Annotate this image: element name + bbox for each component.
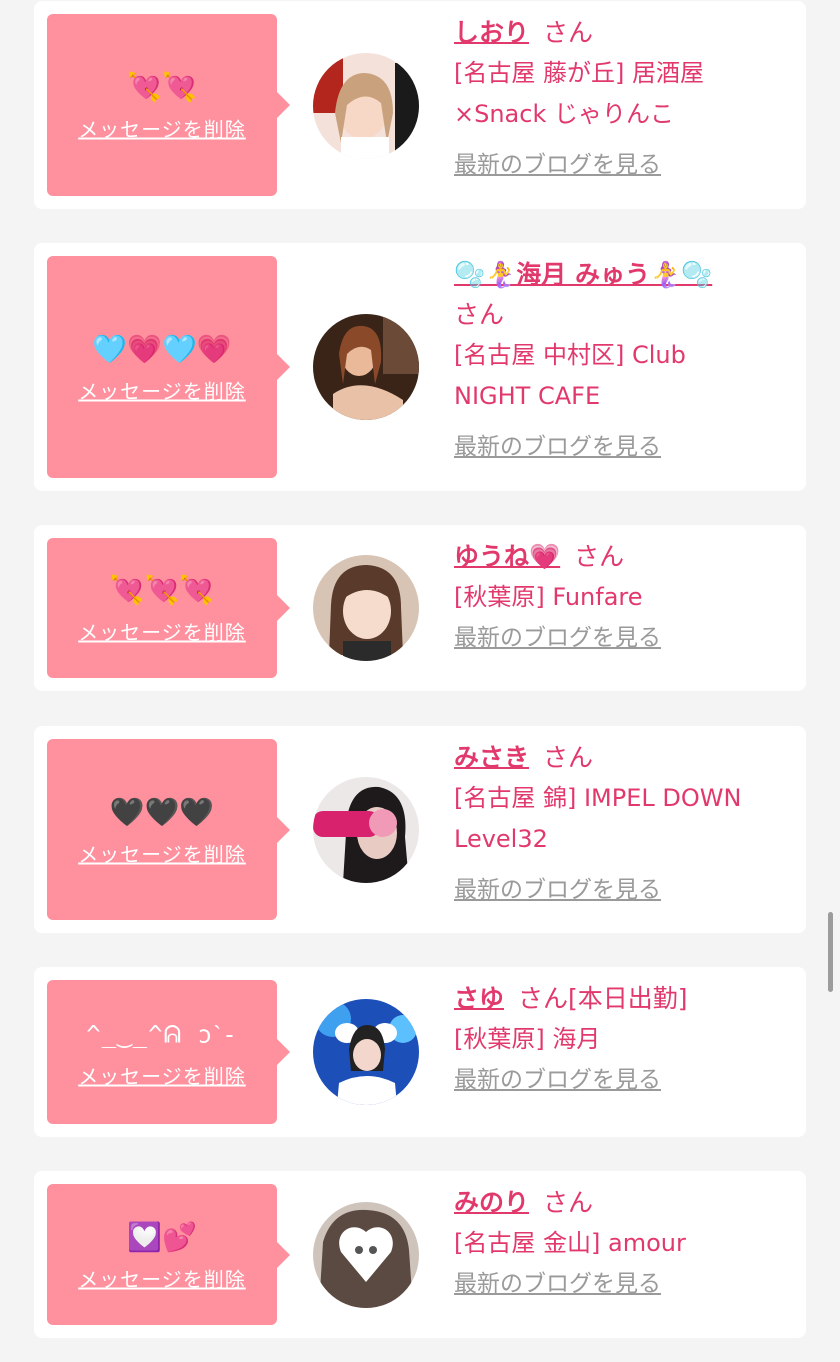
message-card: 💟💕 メッセージを削除 みのり さん [名古屋 金山] amour 最新のブログを… — [34, 1171, 806, 1338]
sender-info: みのり さん [名古屋 金山] amour 最新のブログを見る — [454, 1183, 799, 1300]
avatar[interactable] — [313, 314, 419, 420]
delete-message-link[interactable]: メッセージを削除 — [78, 617, 246, 646]
message-bubble: 🩵💗🩵💗 メッセージを削除 — [47, 256, 290, 478]
sender-name-link[interactable]: さゆ — [454, 984, 504, 1013]
avatar[interactable] — [313, 999, 419, 1105]
honorific: さん — [518, 984, 569, 1013]
delete-message-link[interactable]: メッセージを削除 — [78, 1061, 246, 1090]
message-bubble: 💟💕 メッセージを削除 — [47, 1184, 290, 1325]
honorific: さん — [543, 1188, 594, 1217]
shop-name-line-1: [名古屋 錦] IMPEL DOWN — [454, 784, 742, 812]
message-text: 💘💘💘 — [109, 573, 215, 607]
shop-name-line-1: [名古屋 藤が丘] 居酒屋 — [454, 59, 704, 87]
message-card: 💘💘💘 メッセージを削除 ゆうね💗 さん [秋葉原] Funfare 最新のブログ… — [34, 525, 806, 691]
sender-info: さゆ さん[本日出勤] [秋葉原] 海月 最新のブログを見る — [454, 979, 799, 1096]
sender-name-line: しおり さん — [454, 13, 799, 53]
shop-name-line-2: ×Snack じゃりんこ — [454, 100, 674, 128]
message-card: ^_‿_^ᕱ ͻˋ- メッセージを削除 さゆさん[本日出勤] [秋葉原] 海月 — [34, 967, 806, 1137]
scrollbar[interactable] — [828, 912, 833, 992]
message-bubble: 💘💘💘 メッセージを削除 — [47, 538, 290, 678]
sender-name-link[interactable]: みさき — [454, 743, 529, 772]
message-card: 💘💘 メッセージを削除 しおり さん [名古屋 藤が丘] 居酒屋 ×Snack じ… — [34, 1, 806, 209]
message-bubble: 🖤🖤🖤 メッセージを削除 — [47, 739, 290, 920]
sender-name-line: 🫧🧜‍♀️海月 みゅう🧜‍♀️🫧 さん — [454, 255, 799, 335]
message-card: 🩵💗🩵💗 メッセージを削除 🫧🧜‍♀️海月 みゅう🧜‍♀️🫧 さん [名古屋 中村… — [34, 243, 806, 491]
honorific: さん — [574, 542, 625, 571]
avatar[interactable] — [313, 777, 419, 883]
honorific: さん — [543, 18, 594, 47]
sender-info: 🫧🧜‍♀️海月 みゅう🧜‍♀️🫧 さん [名古屋 中村区] Club NIGHT … — [454, 255, 799, 463]
honorific: さん — [543, 743, 594, 772]
message-bubble: 💘💘 メッセージを削除 — [47, 14, 290, 196]
girl-photo-icon — [313, 555, 419, 661]
latest-blog-link[interactable]: 最新のブログを見る — [454, 874, 661, 906]
message-bubble: ^_‿_^ᕱ ͻˋ- メッセージを削除 — [47, 980, 290, 1124]
sender-name-line: ゆうね💗 さん — [454, 537, 799, 577]
shop-name-line-1: [秋葉原] 海月 — [454, 1025, 601, 1053]
attendance-status: [本日出勤] — [568, 984, 688, 1013]
message-text: 🖤🖤🖤 — [109, 795, 215, 828]
latest-blog-link[interactable]: 最新のブログを見る — [454, 149, 661, 181]
honorific: さん — [454, 300, 505, 329]
delete-message-link[interactable]: メッセージを削除 — [78, 114, 246, 143]
shop-name-line-1: [秋葉原] Funfare — [454, 583, 643, 611]
latest-blog-link[interactable]: 最新のブログを見る — [454, 1064, 661, 1096]
message-text: ^_‿_^ᕱ ͻˋ- — [86, 1020, 238, 1049]
sender-info: ゆうね💗 さん [秋葉原] Funfare 最新のブログを見る — [454, 537, 799, 654]
latest-blog-link[interactable]: 最新のブログを見る — [454, 431, 661, 463]
avatar[interactable] — [313, 555, 419, 661]
shop-name-line-2: Level32 — [454, 825, 548, 853]
shop-name-line-1: [名古屋 金山] amour — [454, 1229, 686, 1257]
girl-photo-icon — [313, 53, 419, 159]
girl-photo-icon — [313, 314, 419, 420]
delete-message-link[interactable]: メッセージを削除 — [78, 1263, 246, 1292]
sender-name-link[interactable]: みのり — [454, 1188, 529, 1217]
avatar[interactable] — [313, 1202, 419, 1308]
sender-name-link[interactable]: 🫧🧜‍♀️海月 みゅう🧜‍♀️🫧 — [454, 260, 712, 289]
delete-message-link[interactable]: メッセージを削除 — [78, 376, 246, 405]
message-text: 💟💕 — [127, 1220, 197, 1253]
sender-info: みさき さん [名古屋 錦] IMPEL DOWN Level32 最新のブログを… — [454, 738, 799, 906]
girl-photo-icon — [313, 777, 419, 883]
message-list: 💘💘 メッセージを削除 しおり さん [名古屋 藤が丘] 居酒屋 ×Snack じ… — [0, 0, 840, 1362]
sender-name-line: さゆ さん[本日出勤] — [454, 979, 799, 1019]
message-card: 🖤🖤🖤 メッセージを削除 みさき さん [名古屋 錦] IMPEL DOWN Le… — [34, 726, 806, 933]
latest-blog-link[interactable]: 最新のブログを見る — [454, 622, 661, 654]
latest-blog-link[interactable]: 最新のブログを見る — [454, 1268, 661, 1300]
message-text: 🩵💗🩵💗 — [92, 332, 232, 366]
girl-photo-icon — [313, 999, 419, 1105]
sender-info: しおり さん [名古屋 藤が丘] 居酒屋 ×Snack じゃりんこ 最新のブログを… — [454, 13, 799, 181]
sender-name-line: みさき さん — [454, 738, 799, 778]
girl-photo-icon — [313, 1202, 419, 1308]
sender-name-link[interactable]: ゆうね💗 — [454, 542, 560, 571]
shop-name-line-2: NIGHT CAFE — [454, 382, 601, 410]
avatar[interactable] — [313, 53, 419, 159]
sender-name-line: みのり さん — [454, 1183, 799, 1223]
shop-name-line-1: [名古屋 中村区] Club — [454, 341, 686, 369]
sender-name-link[interactable]: しおり — [454, 18, 529, 47]
delete-message-link[interactable]: メッセージを削除 — [78, 838, 246, 867]
message-text: 💘💘 — [127, 70, 197, 104]
